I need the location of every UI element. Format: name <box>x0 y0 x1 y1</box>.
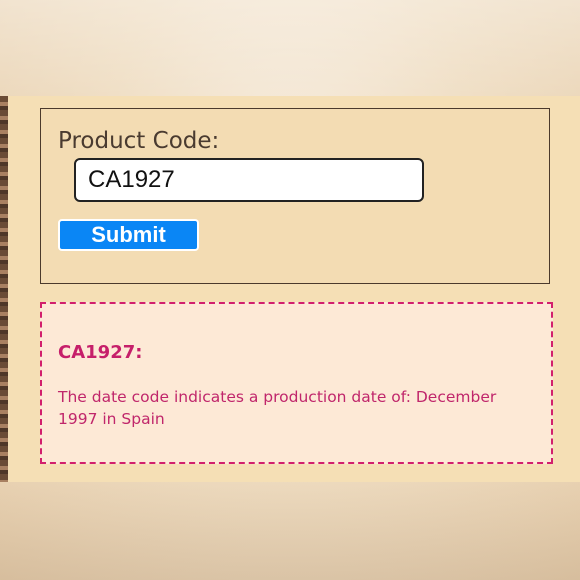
result-code-heading: CA1927: <box>58 342 143 363</box>
result-message: The date code indicates a production dat… <box>58 388 497 428</box>
submit-button[interactable]: Submit <box>58 219 199 251</box>
decorative-edge <box>0 96 8 482</box>
product-code-input[interactable] <box>74 158 424 202</box>
product-code-label: Product Code: <box>58 128 220 154</box>
result-box <box>40 302 553 464</box>
